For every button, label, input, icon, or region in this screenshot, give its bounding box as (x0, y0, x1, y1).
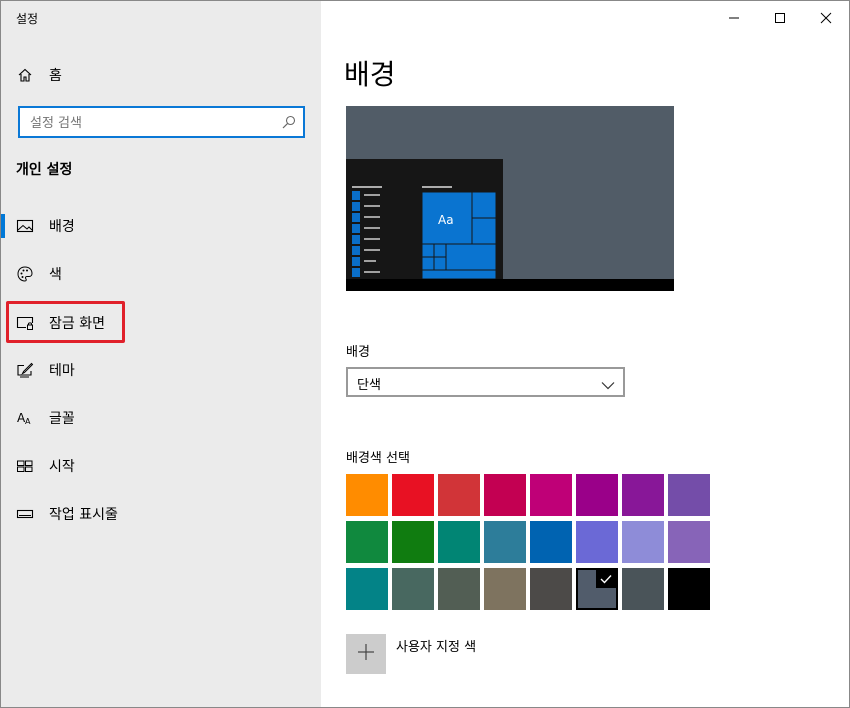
picture-icon (16, 217, 34, 235)
color-swatch[interactable] (346, 568, 388, 610)
background-type-dropdown[interactable]: 단색 (346, 367, 625, 397)
color-swatch[interactable] (438, 474, 480, 516)
color-swatch[interactable] (622, 521, 664, 563)
maximize-icon (774, 9, 786, 28)
custom-color-label[interactable]: 사용자 지정 색 (396, 636, 476, 655)
color-swatch[interactable] (668, 521, 710, 563)
maximize-button[interactable] (757, 5, 803, 31)
settings-window: 설정 홈 개인 설정 배경 색 (0, 0, 850, 708)
sidebar-item-label: 테마 (49, 363, 75, 379)
color-swatch[interactable] (530, 521, 572, 563)
color-swatch[interactable] (346, 474, 388, 516)
search-box[interactable] (18, 106, 305, 138)
theme-icon (16, 361, 34, 379)
color-swatch[interactable] (576, 521, 618, 563)
background-type-value: 단색 (357, 378, 381, 393)
color-swatch[interactable] (392, 474, 434, 516)
main-content: 배경 Aa 배경 단색 배경색 선택 사용자 지정 색 (321, 1, 849, 707)
taskbar-icon (16, 505, 34, 523)
color-swatch[interactable] (530, 474, 572, 516)
color-swatch[interactable] (622, 474, 664, 516)
sidebar-item-label: 색 (49, 267, 62, 283)
font-icon: AA (16, 409, 34, 427)
home-label: 홈 (49, 68, 62, 84)
background-type-label: 배경 (346, 345, 370, 360)
app-title: 설정 (16, 12, 39, 26)
color-swatch[interactable] (484, 474, 526, 516)
sidebar-item-label: 작업 표시줄 (49, 507, 118, 523)
color-swatch[interactable] (622, 568, 664, 610)
custom-color-button[interactable] (346, 634, 386, 674)
color-swatch[interactable] (392, 521, 434, 563)
sidebar-item-label: 시작 (49, 459, 75, 475)
chevron-down-icon (601, 376, 615, 390)
sidebar-item-label: 글꼴 (49, 411, 75, 427)
page-title: 배경 (344, 58, 396, 91)
sidebar-item-start[interactable]: 시작 (16, 454, 75, 478)
svg-text:A: A (25, 417, 31, 426)
sidebar-item-background[interactable]: 배경 (16, 214, 75, 238)
taskbar-preview (346, 279, 674, 291)
close-icon (820, 9, 832, 28)
home-icon (16, 66, 34, 84)
sidebar-item-font[interactable]: AA 글꼴 (16, 406, 75, 430)
color-swatch[interactable] (484, 521, 526, 563)
background-preview: Aa (346, 106, 674, 291)
check-icon (596, 570, 616, 588)
color-swatch[interactable] (438, 568, 480, 610)
color-swatch[interactable] (438, 521, 480, 563)
sidebar-item-color[interactable]: 색 (16, 262, 62, 286)
section-title: 개인 설정 (16, 162, 73, 178)
sidebar-item-taskbar[interactable]: 작업 표시줄 (16, 502, 118, 526)
color-swatch[interactable] (530, 568, 572, 610)
sidebar: 설정 홈 개인 설정 배경 색 (1, 1, 321, 707)
color-swatch[interactable] (668, 568, 710, 610)
plus-icon (357, 643, 375, 665)
close-button[interactable] (803, 5, 849, 31)
minimize-button[interactable] (711, 5, 757, 31)
color-picker-label: 배경색 선택 (346, 451, 410, 466)
highlight-box (6, 301, 125, 343)
sidebar-item-label: 배경 (49, 219, 75, 235)
color-swatch[interactable] (346, 521, 388, 563)
sidebar-item-theme[interactable]: 테마 (16, 358, 75, 382)
color-swatch[interactable] (576, 568, 618, 610)
search-input[interactable] (28, 112, 272, 134)
start-icon (16, 457, 34, 475)
search-icon[interactable] (281, 114, 297, 130)
minimize-icon (728, 9, 740, 28)
color-swatch[interactable] (576, 474, 618, 516)
color-swatch[interactable] (668, 474, 710, 516)
preview-tile-label: Aa (438, 213, 454, 227)
start-menu-preview: Aa (346, 159, 503, 279)
color-swatch[interactable] (484, 568, 526, 610)
color-swatch[interactable] (392, 568, 434, 610)
active-indicator (1, 214, 5, 238)
palette-icon (16, 265, 34, 283)
home-nav[interactable]: 홈 (16, 63, 62, 87)
